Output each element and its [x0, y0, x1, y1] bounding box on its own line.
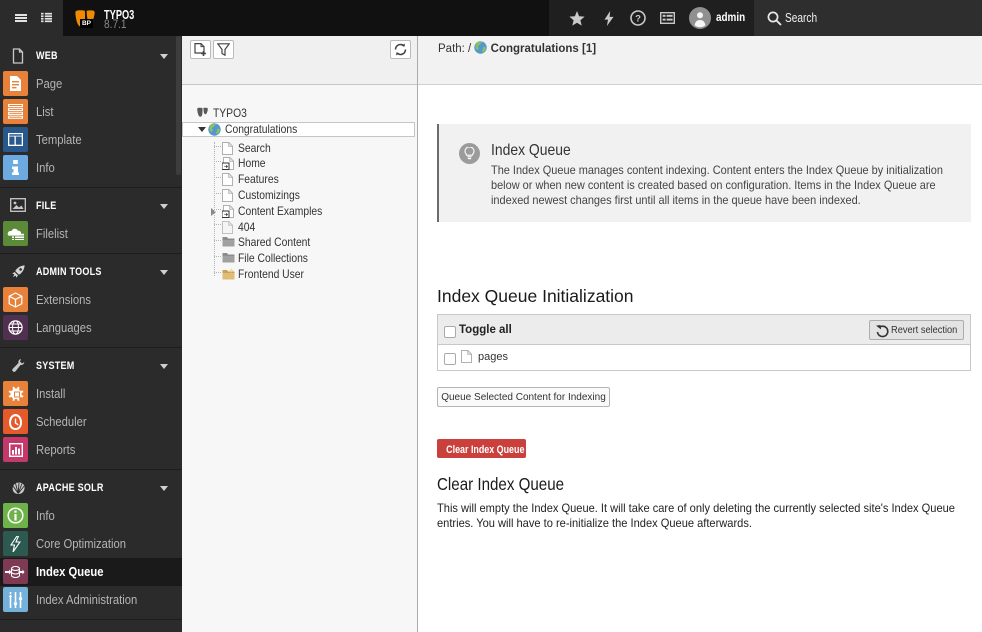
svg-text:?: ? — [635, 13, 641, 24]
